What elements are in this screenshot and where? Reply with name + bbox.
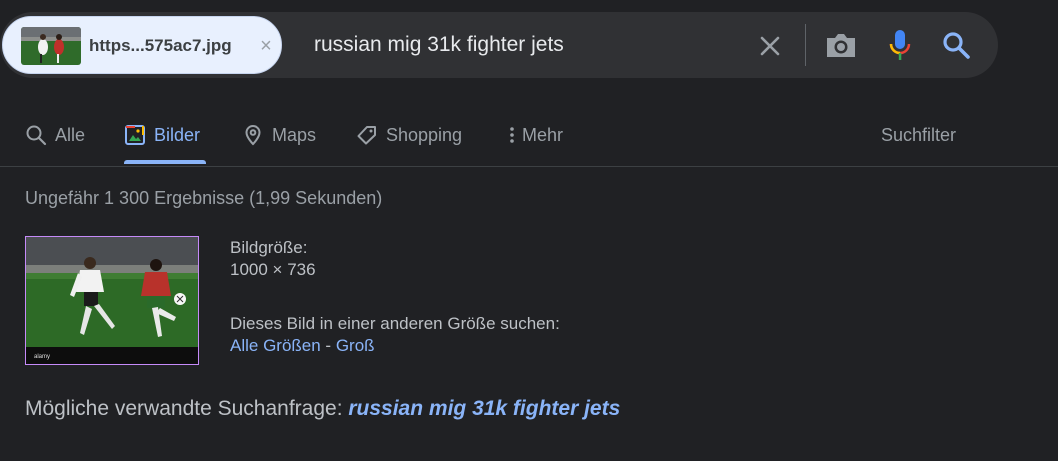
camera-icon[interactable]: [824, 30, 858, 60]
svg-text:alamy: alamy: [34, 354, 50, 360]
related-search-label: Mögliche verwandte Suchanfrage:: [25, 397, 349, 420]
tab-label: Mehr: [522, 124, 564, 145]
other-sizes-label: Dieses Bild in einer anderen Größe suche…: [230, 314, 560, 333]
active-tab-indicator: [124, 160, 206, 164]
tab-mehr[interactable]: Mehr: [506, 120, 563, 150]
other-sizes: Dieses Bild in einer anderen Größe suche…: [230, 313, 560, 357]
large-size-link[interactable]: Groß: [336, 336, 375, 355]
image-size-label: Bildgröße:: [230, 238, 308, 257]
all-sizes-link[interactable]: Alle Größen: [230, 336, 321, 355]
result-stats: Ungefähr 1 300 Ergebnisse (1,99 Sekunden…: [25, 188, 383, 208]
chip-filename: https...575ac7.jpg: [89, 36, 232, 55]
map-pin-icon: [245, 124, 261, 146]
related-search-link[interactable]: russian mig 31k fighter jets: [348, 397, 620, 420]
tools-button[interactable]: Suchfilter: [881, 120, 956, 150]
tab-bilder[interactable]: Bilder: [124, 120, 200, 150]
tab-label: Alle: [55, 124, 86, 145]
tab-shopping[interactable]: Shopping: [356, 120, 462, 150]
tools-label: Suchfilter: [881, 124, 957, 145]
image-icon: [125, 125, 145, 145]
tab-label: Maps: [272, 124, 317, 145]
clear-icon[interactable]: [756, 32, 784, 60]
search-bar: https...575ac7.jpg ×: [0, 12, 998, 78]
search-tabs: Alle Bilder Maps Shopping Mehr Suchfilte…: [0, 100, 1058, 167]
microphone-icon[interactable]: [884, 28, 916, 62]
search-input[interactable]: [314, 32, 734, 58]
search-icon: [26, 125, 47, 146]
result-thumbnail[interactable]: alamy: [25, 236, 199, 365]
image-info: Bildgröße: 1000 × 736: [230, 237, 316, 281]
related-search: Mögliche verwandte Suchanfrage: russian …: [25, 397, 620, 421]
tab-label: Shopping: [386, 124, 463, 145]
tab-alle[interactable]: Alle: [25, 120, 85, 150]
tab-label: Bilder: [154, 124, 201, 145]
more-vert-icon: [510, 127, 514, 143]
link-separator: -: [320, 336, 336, 355]
searchbar-divider: [805, 24, 806, 66]
tabs-divider: [0, 166, 1058, 167]
search-submit-icon[interactable]: [940, 29, 972, 61]
tab-maps[interactable]: Maps: [242, 120, 316, 150]
image-size-value: 1000 × 736: [230, 260, 316, 279]
other-sizes-links: Alle Größen - Groß: [230, 335, 560, 357]
tag-icon: [357, 126, 376, 145]
chip-close-icon[interactable]: ×: [257, 35, 275, 57]
chip-thumbnail: [21, 27, 81, 65]
image-search-chip[interactable]: https...575ac7.jpg ×: [2, 16, 282, 74]
